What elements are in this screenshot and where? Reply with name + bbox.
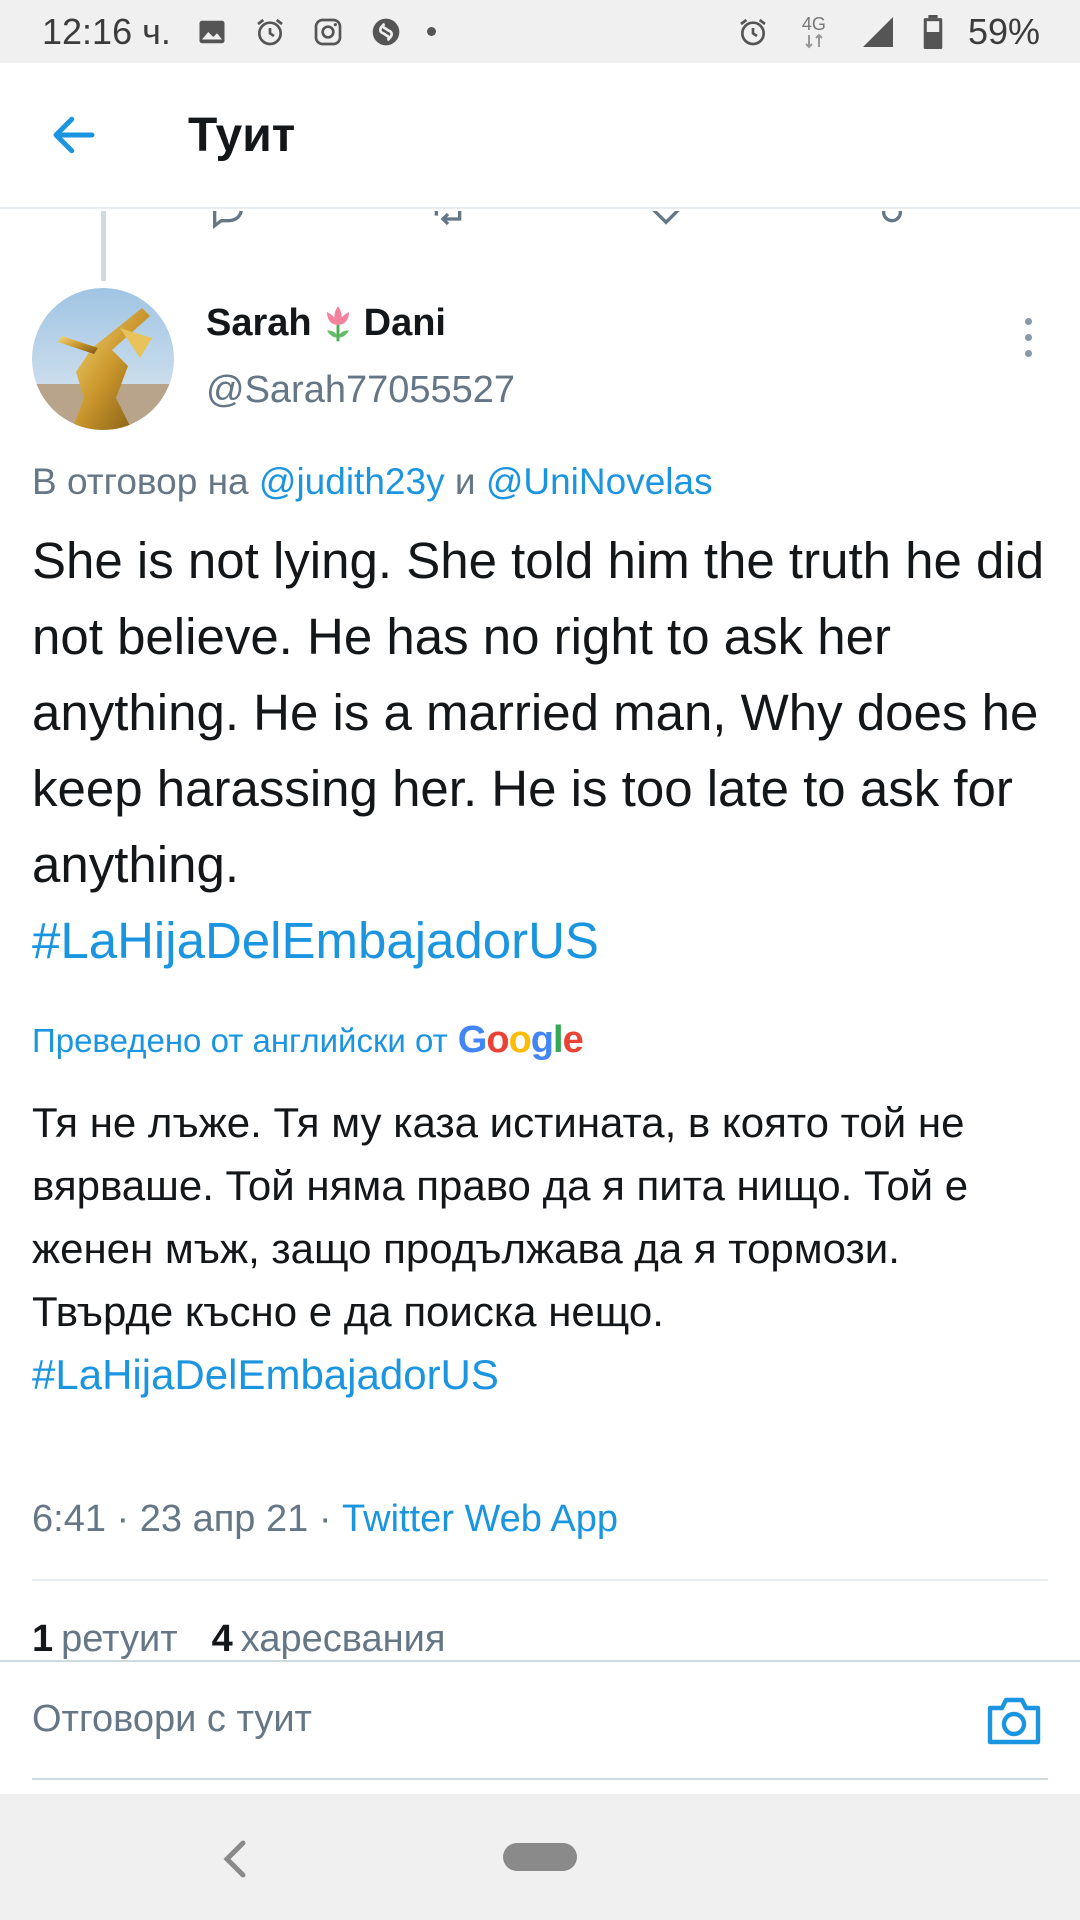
shazam-icon — [369, 15, 403, 49]
avatar[interactable] — [32, 288, 174, 430]
likes-stat[interactable]: 4 харесвания — [212, 1618, 446, 1661]
gallery-icon — [195, 15, 229, 49]
battery-percent: 59% — [967, 10, 1040, 52]
google-logo: Google — [457, 1019, 584, 1061]
share-icon[interactable] — [872, 211, 912, 229]
heart-icon[interactable] — [646, 211, 686, 229]
signal-icon — [858, 15, 898, 49]
likes-count: 4 — [211, 1618, 233, 1660]
network-4g-icon: 4G — [794, 15, 834, 49]
reply-bar: Отговори с туит — [0, 1660, 1080, 1780]
tweet-stats: 1 ретуит 4 харесвания — [32, 1618, 445, 1661]
likes-label: харесвания — [240, 1618, 446, 1660]
retweets-label: ретуит — [61, 1618, 178, 1660]
status-time: 12:16 ч. — [42, 10, 171, 52]
camera-icon[interactable] — [984, 1692, 1044, 1748]
display-name-part: Sarah — [206, 301, 312, 344]
alarm-icon — [253, 15, 287, 49]
translation-label: Преведено от английски от — [32, 1021, 448, 1059]
translated-text: Тя не лъже. Тя му каза истината, в която… — [32, 1091, 1052, 1406]
status-left: 12:16 ч. — [42, 11, 436, 53]
mention-link[interactable]: @judith23y — [259, 461, 445, 502]
tweet-detail: Sarah Dani @Sarah77055527 В отговор на @… — [0, 211, 1080, 1661]
page-title: Туит — [188, 108, 296, 162]
status-right: 4G 59% — [736, 11, 1040, 53]
translation-attribution[interactable]: Преведено от английски от Google — [32, 1019, 584, 1062]
divider — [32, 1579, 1048, 1581]
tweet-date: 23 апр 21 — [139, 1498, 309, 1540]
retweets-stat[interactable]: 1 ретуит — [32, 1618, 178, 1661]
display-name-part: Dani — [363, 301, 446, 344]
tweet-time: 6:41 — [32, 1498, 106, 1540]
nav-home-pill[interactable] — [503, 1843, 577, 1871]
notification-dot-icon — [426, 27, 436, 36]
more-options-icon[interactable] — [1010, 307, 1046, 367]
network-label: 4G — [801, 13, 826, 34]
reply-prefix: В отговор на — [32, 461, 259, 502]
alarm-icon — [736, 15, 770, 49]
user-handle[interactable]: @Sarah77055527 — [206, 369, 515, 412]
nav-back-icon[interactable] — [215, 1834, 255, 1884]
tweet-meta: 6:41 · 23 апр 21 · Twitter Web App — [32, 1498, 619, 1540]
tweet-body: She is not lying. She told him the truth… — [32, 532, 1045, 893]
hashtag-link[interactable]: #LaHijaDelEmbajadorUS — [32, 1343, 1052, 1406]
translation-body: Тя не лъже. Тя му каза истината, в която… — [32, 1099, 969, 1335]
arrow-left-icon — [53, 116, 95, 154]
app-bar: Туит — [0, 63, 1080, 209]
display-name[interactable]: Sarah Dani — [206, 301, 446, 345]
reply-input[interactable]: Отговори с туит — [32, 1662, 972, 1776]
battery-icon — [922, 14, 944, 49]
previous-tweet-actions — [0, 211, 1080, 229]
retweet-icon[interactable] — [428, 211, 468, 229]
hashtag-link[interactable]: #LaHijaDelEmbajadorUS — [32, 903, 1052, 979]
reply-context: В отговор на @judith23y и @UniNovelas — [32, 461, 713, 503]
mention-link[interactable]: @UniNovelas — [486, 461, 713, 502]
back-button[interactable] — [14, 63, 134, 207]
reply-conjunction: и — [444, 461, 486, 502]
tulip-emoji-icon — [326, 306, 349, 342]
tweet-text: She is not lying. She told him the truth… — [32, 523, 1052, 979]
tweet-source-link[interactable]: Twitter Web App — [342, 1498, 618, 1540]
reply-underline — [32, 1778, 1048, 1780]
status-bar: 12:16 ч. 4G 59% — [0, 0, 1080, 63]
retweets-count: 1 — [32, 1618, 54, 1660]
instagram-icon — [311, 15, 345, 49]
thread-line — [101, 211, 106, 281]
reply-icon[interactable] — [208, 211, 248, 229]
